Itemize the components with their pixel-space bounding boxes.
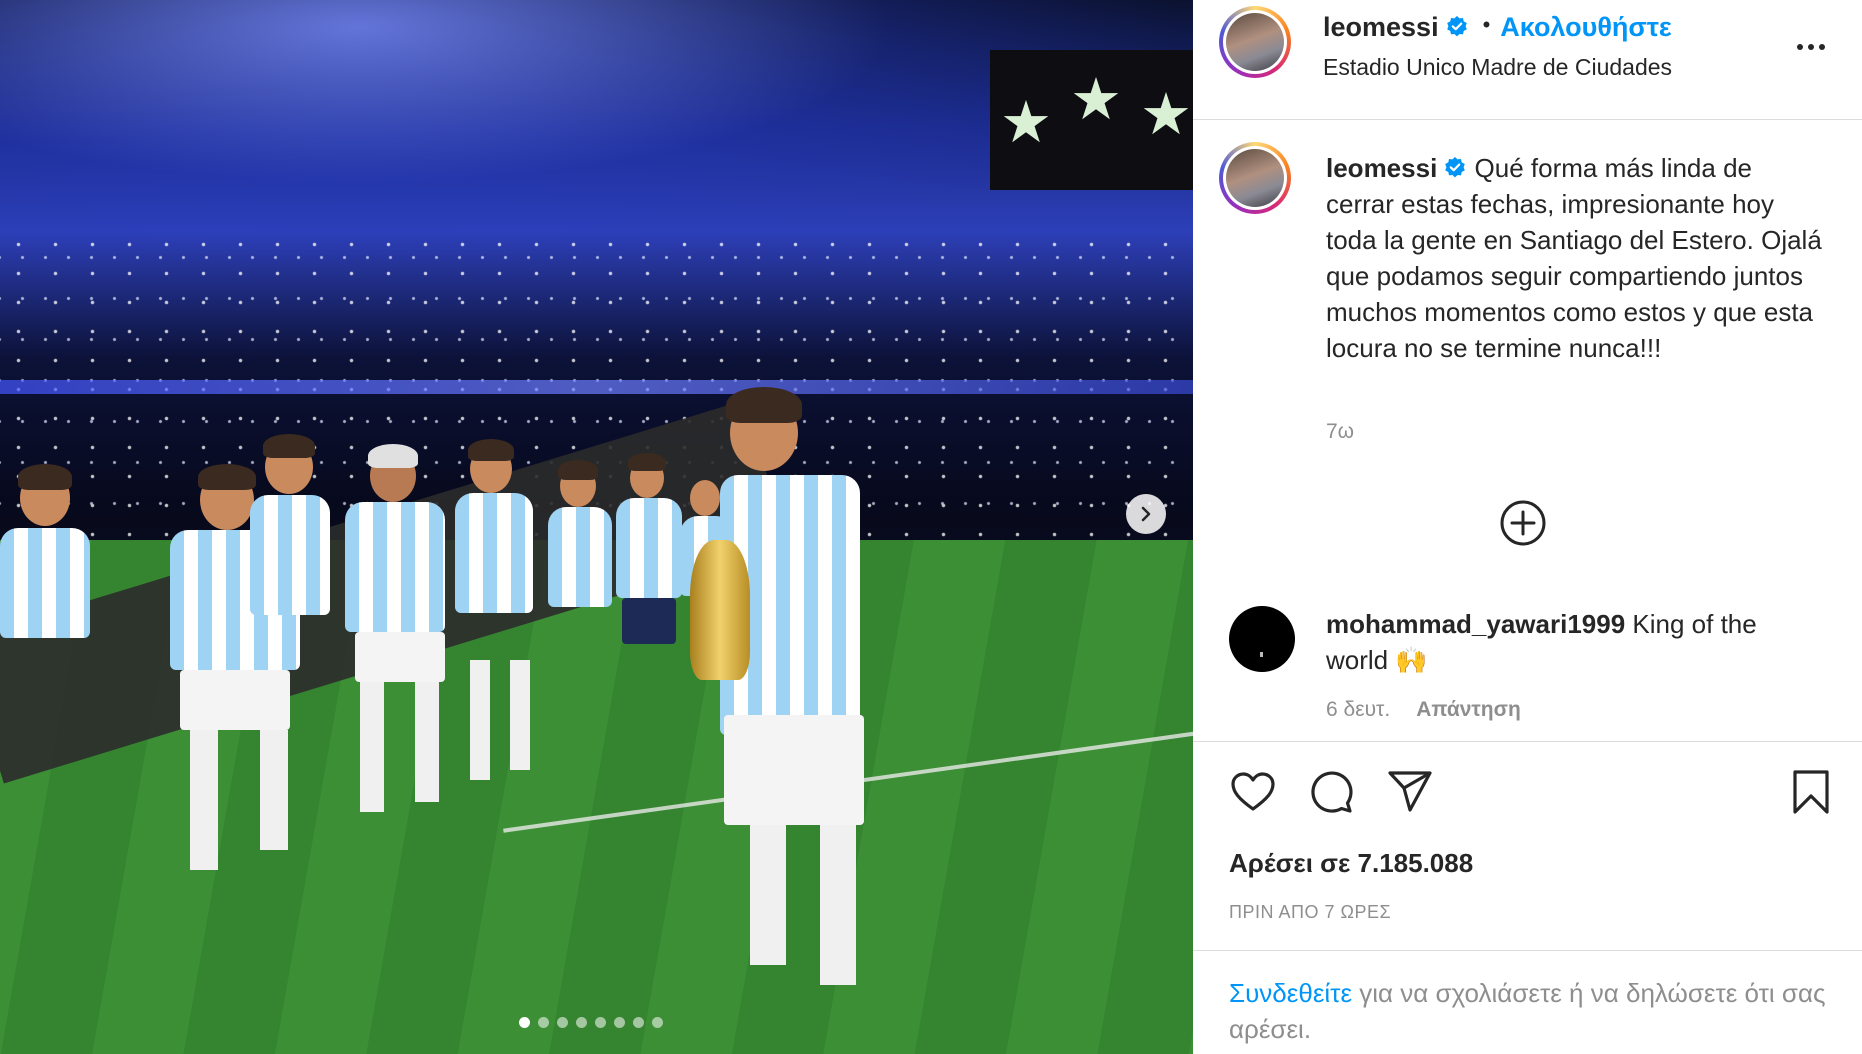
login-link[interactable]: Συνδεθείτε: [1229, 978, 1352, 1008]
caption-author-avatar[interactable]: [1219, 142, 1291, 214]
carousel-dot: [652, 1017, 663, 1028]
verified-badge-icon: [1446, 16, 1467, 37]
comment-item: mohammad_yawari1999 King of the world 🙌: [1326, 606, 1826, 678]
post-header: leomessi • Ακολουθήστε: [1323, 12, 1672, 43]
post-time-ago[interactable]: ΠΡΙΝ ΑΠΟ 7 ΩΡΕΣ: [1229, 902, 1391, 923]
share-icon[interactable]: [1386, 768, 1434, 816]
post-caption: leomessi Qué forma más linda de cerrar e…: [1326, 150, 1826, 366]
reply-button[interactable]: Απάντηση: [1416, 698, 1521, 721]
carousel-next-button[interactable]: [1126, 494, 1166, 534]
comment-meta: 6 δευτ. Απάντηση: [1326, 698, 1521, 722]
add-circle-icon[interactable]: [1499, 499, 1547, 547]
login-prompt: Συνδεθείτε για να σχολιάσετε ή να δηλώσε…: [1229, 975, 1829, 1047]
carousel-dot: [614, 1017, 625, 1028]
carousel-dot: [557, 1017, 568, 1028]
bookmark-icon[interactable]: [1787, 768, 1835, 816]
commenter-username[interactable]: mohammad_yawari1999: [1326, 609, 1625, 639]
heart-icon[interactable]: [1229, 768, 1277, 816]
carousel-dot: [538, 1017, 549, 1028]
author-username[interactable]: leomessi: [1323, 12, 1439, 42]
commenter-avatar[interactable]: [1229, 606, 1295, 672]
more-options-icon[interactable]: [1791, 32, 1831, 62]
author-avatar[interactable]: [1219, 6, 1291, 78]
post-photo[interactable]: ★ ★ ★: [0, 0, 1193, 1054]
carousel-dot: [576, 1017, 587, 1028]
world-cup-trophy: [690, 540, 750, 680]
header-divider: [1193, 119, 1862, 120]
follow-button[interactable]: Ακολουθήστε: [1500, 12, 1671, 42]
actions-divider: [1193, 741, 1862, 742]
comment-icon[interactable]: [1307, 768, 1355, 816]
separator-dot: •: [1482, 12, 1491, 37]
carousel-dot: [633, 1017, 644, 1028]
carousel-dot: [595, 1017, 606, 1028]
caption-username[interactable]: leomessi: [1326, 153, 1437, 183]
caption-text: Qué forma más linda de cerrar estas fech…: [1326, 153, 1822, 363]
carousel-indicator: [519, 1017, 663, 1028]
stars-screen: ★ ★ ★: [990, 50, 1193, 190]
stadium-led-band: [0, 380, 1193, 394]
footer-divider: [1193, 950, 1862, 951]
verified-badge-icon: [1445, 157, 1466, 178]
caption-timestamp[interactable]: 7ω: [1326, 420, 1354, 444]
comment-timestamp[interactable]: 6 δευτ.: [1326, 698, 1390, 721]
post-details-pane: leomessi • Ακολουθήστε Estadio Unico Madre…: [1193, 0, 1862, 1054]
chevron-right-icon: [1141, 506, 1151, 522]
likes-count[interactable]: Αρέσει σε 7.185.088: [1229, 848, 1473, 879]
post-location[interactable]: Estadio Unico Madre de Ciudades: [1323, 54, 1672, 81]
carousel-dot: [519, 1017, 530, 1028]
